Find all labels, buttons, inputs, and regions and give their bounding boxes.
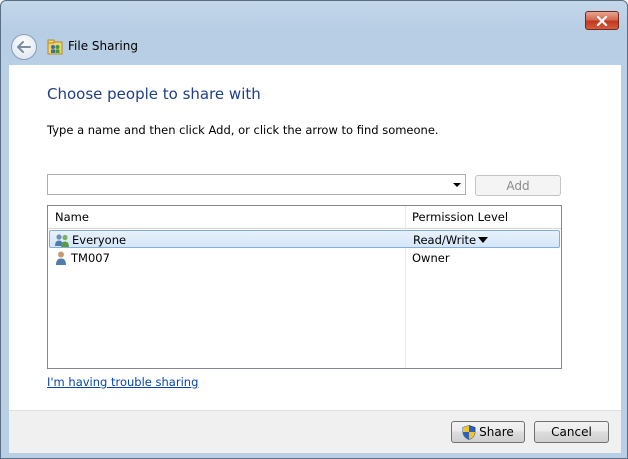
- add-button[interactable]: Add: [475, 175, 561, 196]
- list-row-everyone[interactable]: Everyone Read/Write: [49, 230, 560, 248]
- share-button-label: Share: [479, 425, 514, 439]
- sharing-list[interactable]: Name Permission Level Everyone Read/Writ…: [47, 205, 562, 369]
- page-heading: Choose people to share with: [47, 85, 261, 103]
- close-icon: [596, 15, 608, 26]
- window-title: File Sharing: [68, 39, 138, 53]
- file-sharing-icon: [47, 39, 63, 55]
- share-button[interactable]: Share: [451, 421, 525, 443]
- uac-shield-icon: [462, 424, 476, 440]
- list-header: Name Permission Level: [48, 206, 561, 229]
- cancel-button[interactable]: Cancel: [534, 421, 609, 443]
- content-panel: Choose people to share with Type a name …: [9, 65, 621, 410]
- row-name: Everyone: [72, 233, 127, 247]
- row-permission: Owner: [412, 251, 450, 265]
- permission-dropdown-arrow-icon[interactable]: [478, 237, 488, 243]
- window-frame: File Sharing Choose people to share with…: [0, 0, 628, 459]
- footer-bar: Share Cancel: [9, 410, 621, 453]
- group-icon: [55, 234, 69, 247]
- list-row-tm007[interactable]: TM007 Owner: [49, 249, 560, 267]
- close-button[interactable]: [585, 11, 619, 30]
- user-icon: [56, 251, 66, 265]
- back-button[interactable]: [11, 34, 37, 60]
- row-name: TM007: [71, 251, 110, 265]
- dropdown-arrow-icon[interactable]: [453, 183, 461, 187]
- column-header-permission[interactable]: Permission Level: [412, 210, 508, 224]
- instruction-text: Type a name and then click Add, or click…: [47, 123, 439, 137]
- trouble-sharing-link[interactable]: I'm having trouble sharing: [47, 375, 198, 389]
- name-combobox[interactable]: [47, 174, 466, 195]
- back-arrow-icon: [17, 41, 31, 53]
- column-header-name[interactable]: Name: [55, 210, 89, 224]
- row-permission[interactable]: Read/Write: [413, 233, 476, 247]
